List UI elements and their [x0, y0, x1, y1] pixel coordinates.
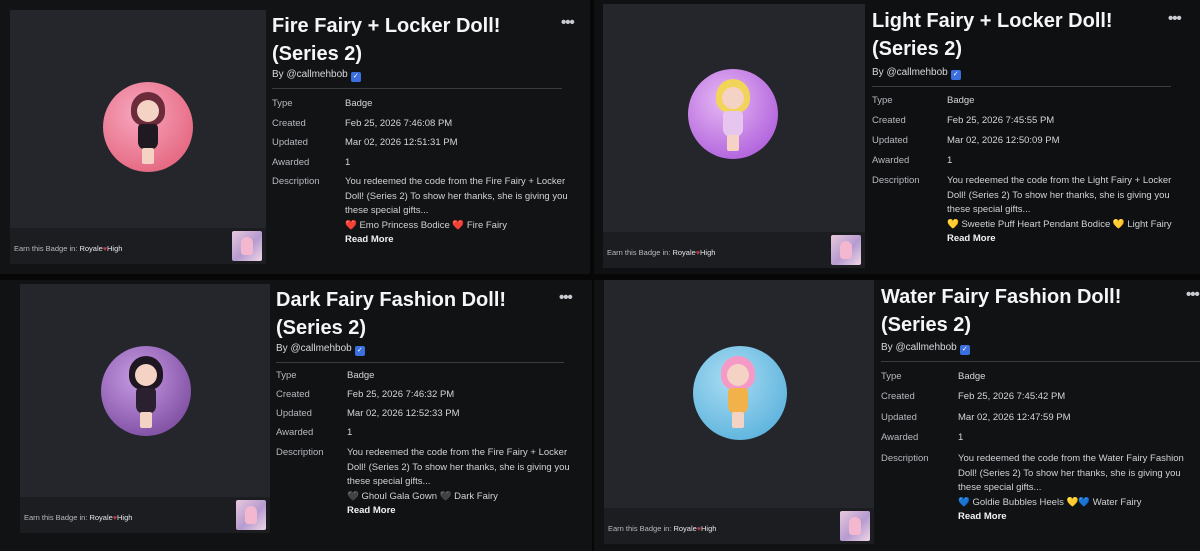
- author-link[interactable]: By @callmehbob ✓: [276, 343, 365, 356]
- earn-text: Earn this Badge in: Royale♥High: [14, 244, 123, 253]
- doll-head: [727, 364, 749, 386]
- badge-thumbnail[interactable]: Earn this Badge in: Royale♥High: [20, 284, 270, 533]
- game-thumbnail[interactable]: [232, 231, 262, 261]
- badge-thumbnail[interactable]: Earn this Badge in: Royale♥High: [10, 10, 266, 264]
- badge-thumbnail[interactable]: Earn this Badge in: Royale♥High: [604, 280, 874, 544]
- earn-footer: Earn this Badge in: Royale♥High: [20, 497, 270, 533]
- verified-icon: ✓: [950, 70, 961, 80]
- earn-footer: Earn this Badge in: Royale♥High: [604, 508, 874, 544]
- author-link[interactable]: By @callmehbob ✓: [872, 67, 961, 80]
- separator: [872, 86, 1171, 87]
- doll-legs: [140, 412, 152, 428]
- earn-footer: Earn this Badge in: Royale♥High: [10, 228, 266, 264]
- badge-card-fire-fairy: Earn this Badge in: Royale♥High Fire Fai…: [0, 0, 590, 274]
- more-options-button[interactable]: •••: [1186, 286, 1200, 303]
- doll-head: [137, 100, 159, 122]
- game-thumbnail[interactable]: [831, 235, 861, 265]
- read-more-link[interactable]: Read More: [345, 233, 580, 248]
- doll-head: [722, 87, 744, 109]
- badge-title: Light Fairy + Locker Doll! (Series 2): [872, 10, 1113, 60]
- doll-head: [135, 364, 157, 386]
- badge-title: Water Fairy Fashion Doll! (Series 2): [881, 286, 1122, 336]
- badge-icon: [688, 69, 778, 159]
- doll-legs: [732, 412, 744, 428]
- description-text: You redeemed the code from the Fire Fair…: [345, 175, 580, 248]
- doll-body: [136, 388, 156, 414]
- more-options-button[interactable]: •••: [559, 289, 573, 306]
- game-thumbnail[interactable]: [840, 511, 870, 541]
- separator: [881, 361, 1200, 362]
- earn-footer: Earn this Badge in: Royale♥High: [603, 232, 865, 268]
- read-more-link[interactable]: Read More: [947, 232, 1192, 247]
- description-text: You redeemed the code from the Light Fai…: [947, 174, 1192, 247]
- verified-icon: ✓: [959, 345, 970, 355]
- read-more-link[interactable]: Read More: [347, 504, 582, 519]
- description-text: You redeemed the code from the Water Fai…: [958, 452, 1200, 525]
- badge-icon: [103, 82, 193, 172]
- author-link[interactable]: By @callmehbob ✓: [272, 69, 361, 82]
- doll-legs: [727, 135, 739, 151]
- badge-card-water-fairy: Earn this Badge in: Royale♥High Water Fa…: [594, 280, 1200, 551]
- more-options-button[interactable]: •••: [561, 14, 575, 31]
- badge-title: Dark Fairy Fashion Doll! (Series 2): [276, 289, 507, 339]
- doll-body: [723, 111, 743, 137]
- earn-text: Earn this Badge in: Royale♥High: [607, 248, 716, 257]
- doll-body: [138, 124, 158, 150]
- badge-icon: [693, 346, 787, 440]
- badge-title: Fire Fairy + Locker Doll! (Series 2): [272, 15, 501, 65]
- badge-card-dark-fairy: Earn this Badge in: Royale♥High Dark Fai…: [0, 280, 592, 551]
- earn-text: Earn this Badge in: Royale♥High: [24, 513, 133, 522]
- badge-icon: [101, 346, 191, 436]
- read-more-link[interactable]: Read More: [958, 510, 1200, 525]
- verified-icon: ✓: [354, 346, 365, 356]
- doll-body: [728, 388, 748, 414]
- author-link[interactable]: By @callmehbob ✓: [881, 342, 970, 355]
- badge-card-light-fairy: Earn this Badge in: Royale♥High Light Fa…: [594, 0, 1200, 274]
- game-thumbnail[interactable]: [236, 500, 266, 530]
- verified-icon: ✓: [350, 72, 361, 82]
- doll-legs: [142, 148, 154, 164]
- badge-thumbnail[interactable]: Earn this Badge in: Royale♥High: [603, 4, 865, 268]
- separator: [276, 362, 564, 363]
- description-text: You redeemed the code from the Fire Fair…: [347, 446, 582, 519]
- separator: [272, 88, 562, 89]
- earn-text: Earn this Badge in: Royale♥High: [608, 524, 717, 533]
- more-options-button[interactable]: •••: [1168, 10, 1182, 27]
